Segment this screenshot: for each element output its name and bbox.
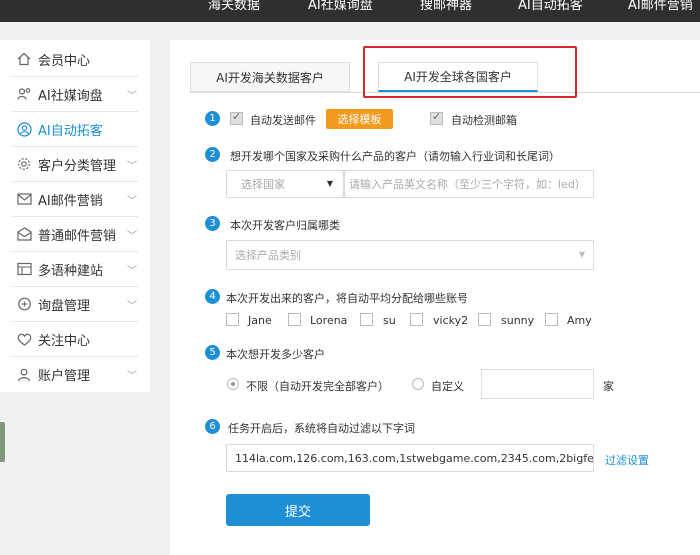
top-nav-bar: 海关数据 AI社媒询盘 搜邮神器 AI自动拓客 AI邮件营销 [0,0,700,22]
account-label-su: su [383,314,396,327]
sidebar-item-customer-category[interactable]: 客户分类管理 ﹀ [12,147,138,182]
sidebar-item-label: 会员中心 [38,53,91,69]
chevron-down-icon: ﹀ [127,90,137,102]
submit-button[interactable]: 提交 [226,494,370,526]
chevron-down-icon: ﹀ [127,195,137,207]
product-category-placeholder: 选择产品类别 [235,249,301,262]
top-nav-email-search[interactable]: 搜邮神器 [420,0,472,13]
home-icon [16,51,32,67]
account-label-amy: Amy [567,314,592,327]
sidebar-item-ai-auto-prospect[interactable]: AI自动拓客 [12,112,138,147]
sidebar: 会员中心 AI社媒询盘 ﹀ AI自动拓客 客户分类管理 ﹀ AI邮件营销 ﹀ 普… [0,40,150,392]
sidebar-item-label: 询盘管理 [38,298,91,314]
custom-radio[interactable] [412,378,424,390]
top-nav-ai-email-marketing[interactable]: AI邮件营销 [628,0,693,13]
custom-label: 自定义 [431,380,464,393]
account-checkbox-jane[interactable] [226,313,239,326]
sidebar-item-account-management[interactable]: 账户管理 ﹀ [12,357,138,392]
user-circle-icon [16,121,32,137]
highlight-box [363,46,577,98]
person-icon [16,367,32,383]
account-label-lorena: Lorena [310,314,348,327]
step-6-label: 任务开启后，系统将自动过滤以下字词 [228,422,415,435]
sidebar-item-multilingual-site[interactable]: 多语种建站 ﹀ [12,252,138,287]
chat-icon [16,296,32,312]
step-number-5: 5 [205,345,220,360]
side-drawer-handle[interactable] [0,422,5,462]
tab-customs-data-customers[interactable]: AI开发海关数据客户 [190,62,350,92]
step-number-3: 3 [205,216,220,231]
product-category-select[interactable]: 选择产品类别 ▼ [226,240,594,270]
country-select[interactable]: 选择国家 ▼ [226,170,344,198]
step-4-label: 本次开发出来的客户，将自动平均分配给哪些账号 [226,292,468,305]
product-name-input[interactable]: 请输入产品英文名称（至少三个字符，如：led） [344,170,594,198]
top-nav-customs-data[interactable]: 海关数据 [208,0,260,13]
sidebar-item-label: 账户管理 [38,369,91,384]
step-3-label: 本次开发客户归属哪类 [230,219,340,232]
account-checkbox-lorena[interactable] [288,313,301,326]
chevron-down-icon: ﹀ [127,371,137,382]
filter-words-input[interactable]: 114la.com,126.com,163.com,1stwebgame.com… [226,444,594,472]
filter-words-value: 114la.com,126.com,163.com,1stwebgame.com… [235,451,594,465]
product-name-placeholder: 请输入产品英文名称（至少三个字符，如：led） [349,178,586,191]
top-nav-ai-auto-prospect[interactable]: AI自动拓客 [518,0,583,13]
sidebar-item-regular-email-marketing[interactable]: 普通邮件营销 ﹀ [12,217,138,252]
unit-label: 家 [603,380,614,393]
sidebar-item-label: 客户分类管理 [38,158,117,174]
sidebar-item-label: 多语种建站 [38,263,104,279]
step-number-4: 4 [205,289,220,304]
account-checkbox-vicky2[interactable] [410,313,423,326]
sidebar-item-label: 关注中心 [38,333,91,349]
account-label-jane: Jane [248,314,272,327]
auto-send-email-label: 自动发送邮件 [250,114,316,127]
gear-icon [16,156,32,172]
step-number-6: 6 [205,419,220,434]
sidebar-item-label: AI自动拓客 [38,123,103,139]
unlimited-label: 不限（自动开发完全部客户） [246,380,389,393]
auto-check-email-checkbox[interactable] [430,110,443,125]
heart-icon [16,331,32,347]
top-nav-ai-social-inquiry[interactable]: AI社媒询盘 [308,0,373,13]
country-select-value: 选择国家 [241,178,285,191]
unlimited-radio[interactable] [227,378,239,390]
caret-down-icon: ▼ [326,179,333,188]
sidebar-item-label: AI社媒询盘 [38,88,103,104]
sidebar-item-inquiry-management[interactable]: 询盘管理 ﹀ [12,287,138,322]
filter-settings-link[interactable]: 过滤设置 [605,452,649,468]
account-label-sunny: sunny [501,314,535,327]
step-number-2: 2 [205,147,220,162]
sidebar-item-label: AI邮件营销 [38,193,103,209]
account-checkbox-sunny[interactable] [478,313,491,326]
step-2-label: 想开发哪个国家及采购什么产品的客户（请勿输入行业词和长尾词） [230,150,560,163]
sidebar-item-ai-social-inquiry[interactable]: AI社媒询盘 ﹀ [12,77,138,112]
step-number-1: 1 [205,111,220,126]
account-checkbox-amy[interactable] [545,313,558,326]
sidebar-item-follow-center[interactable]: 关注中心 [12,322,138,357]
account-label-vicky2: vicky2 [433,314,469,327]
account-checkbox-su[interactable] [360,313,373,326]
chevron-down-icon: ﹀ [127,300,137,312]
mail-open-icon [16,226,32,242]
sidebar-item-label: 普通邮件营销 [38,228,117,244]
sidebar-item-member-center[interactable]: 会员中心 [12,42,138,77]
custom-count-input[interactable] [481,369,594,399]
users-icon [16,86,32,102]
envelope-icon [16,191,32,207]
chevron-down-icon: ﹀ [127,265,137,277]
chevron-down-icon: ﹀ [127,160,137,172]
auto-send-email-checkbox[interactable] [230,110,243,125]
step-5-label: 本次想开发多少客户 [226,348,325,361]
chevron-down-icon: ﹀ [127,230,137,242]
auto-check-email-label: 自动检测邮箱 [451,114,517,127]
choose-template-button[interactable]: 选择模板 [326,109,393,129]
sidebar-item-ai-email-marketing[interactable]: AI邮件营销 ﹀ [12,182,138,217]
caret-down-icon: ▼ [578,250,585,259]
layers-icon [16,261,32,277]
